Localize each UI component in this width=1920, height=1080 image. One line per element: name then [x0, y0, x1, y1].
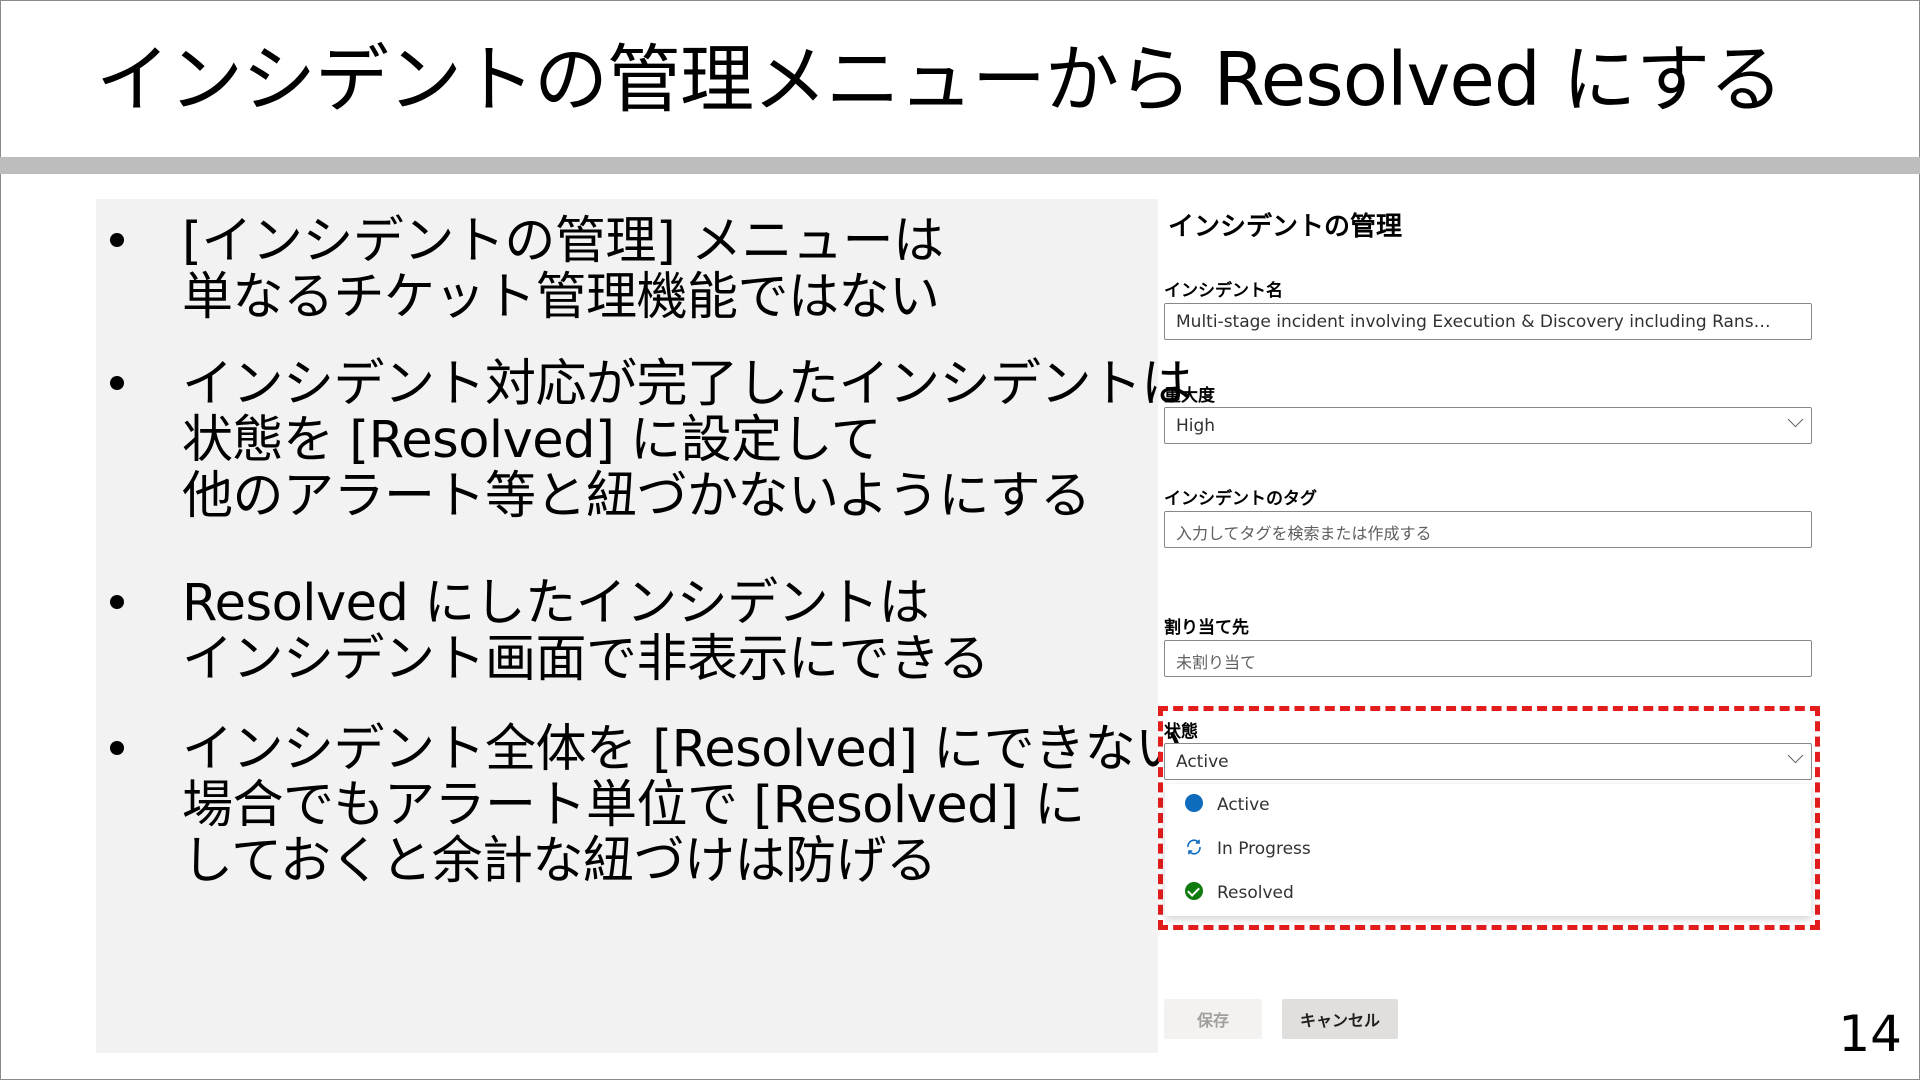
manage-incident-title: インシデントの管理 — [1168, 212, 1403, 242]
severity-label: 重大度 — [1164, 386, 1215, 406]
assigned-to-label: 割り当て先 — [1164, 618, 1249, 638]
tags-placeholder: 入力してタグを検索または作成する — [1176, 524, 1432, 543]
status-options-list: Active In Progress Resolved — [1165, 784, 1811, 916]
bullet-line: 単なるチケット管理機能ではない — [182, 268, 940, 327]
bullet-dot — [110, 741, 124, 755]
page-number: 14 — [1838, 1005, 1902, 1063]
save-button[interactable]: 保存 — [1164, 999, 1262, 1039]
chevron-down-icon — [1787, 411, 1804, 428]
status-option-resolved[interactable]: Resolved — [1165, 872, 1811, 916]
incident-name-value: Multi-stage incident involving Execution… — [1176, 312, 1776, 332]
in-progress-icon — [1187, 839, 1201, 855]
incident-name-field[interactable]: Multi-stage incident involving Execution… — [1164, 303, 1812, 340]
bullet-line: インシデント画面で非表示にできる — [182, 630, 989, 689]
active-dot-icon — [1185, 794, 1203, 812]
tags-label: インシデントのタグ — [1164, 489, 1317, 509]
assigned-to-field[interactable]: 未割り当て — [1164, 640, 1812, 677]
status-option-in-progress[interactable]: In Progress — [1165, 828, 1811, 872]
assigned-to-value: 未割り当て — [1176, 653, 1257, 672]
status-option-label: In Progress — [1217, 839, 1311, 859]
resolved-check-icon — [1185, 882, 1203, 900]
severity-value: High — [1176, 416, 1216, 436]
status-option-active[interactable]: Active — [1165, 784, 1811, 828]
bullet-panel: [インシデントの管理] メニューは 単なるチケット管理機能ではない インシデント… — [96, 199, 1193, 1053]
status-option-label: Resolved — [1217, 883, 1294, 903]
bullet-dot — [110, 376, 124, 390]
status-dropdown[interactable]: Active — [1164, 743, 1812, 780]
title-divider — [0, 157, 1920, 174]
bullet-line: 他のアラート等と紐づかないようにする — [182, 467, 1091, 526]
slide-title: インシデントの管理メニューから Resolved にする — [96, 37, 1783, 123]
bullet-line: しておくと余計な紐づけは防げる — [182, 832, 937, 891]
status-option-label: Active — [1217, 795, 1270, 815]
incident-name-label: インシデント名 — [1164, 281, 1283, 301]
cancel-button[interactable]: キャンセル — [1282, 999, 1398, 1039]
bullet-dot — [110, 595, 124, 609]
status-label: 状態 — [1164, 722, 1198, 742]
bullet-dot — [110, 233, 124, 247]
chevron-down-icon — [1787, 747, 1804, 764]
tags-input[interactable]: 入力してタグを検索または作成する — [1164, 511, 1812, 548]
severity-dropdown[interactable]: High — [1164, 407, 1812, 444]
status-value: Active — [1176, 752, 1229, 772]
